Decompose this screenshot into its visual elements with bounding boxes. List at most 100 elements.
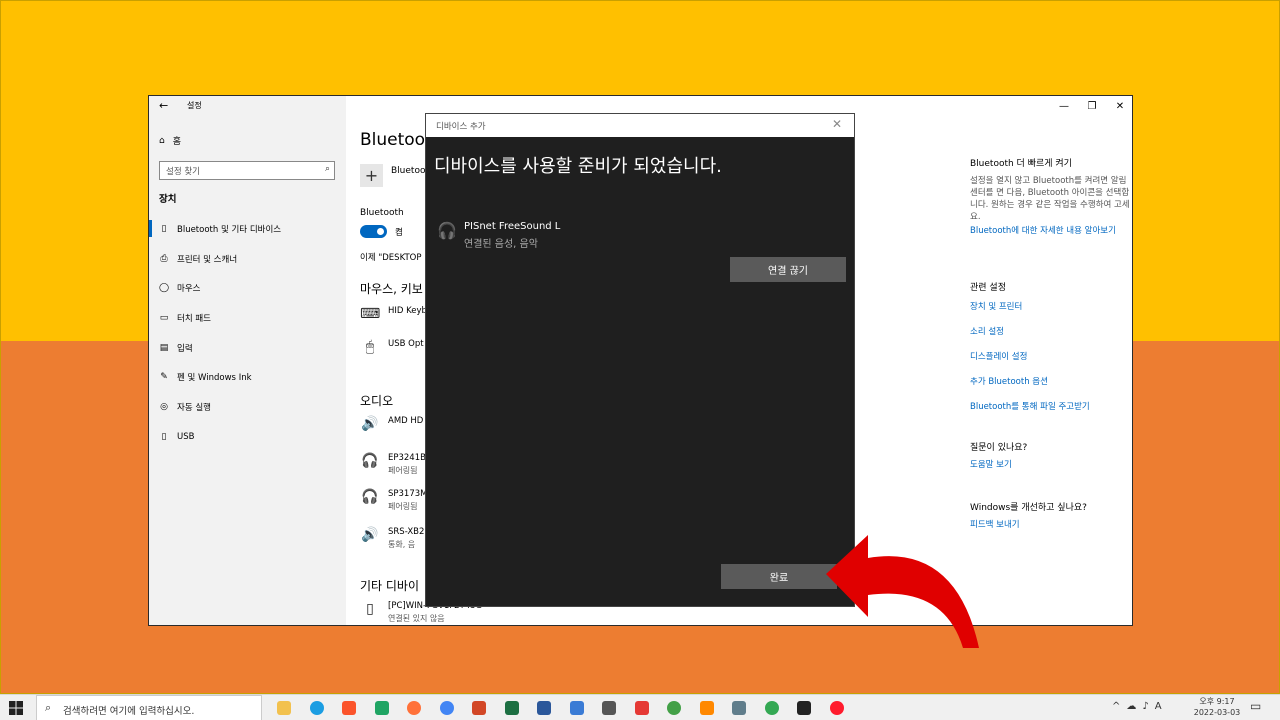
help-link[interactable]: 도움말 보기 bbox=[970, 459, 1130, 471]
speaker-icon: 🔊 bbox=[361, 416, 379, 432]
sidebar-item[interactable]: ▯ Bluetooth 및 기타 디바이스 bbox=[149, 214, 346, 244]
device-status: 페어링됨 bbox=[388, 466, 418, 475]
windows-start-icon[interactable] bbox=[8, 700, 24, 716]
sidebar-item[interactable]: ▤ 입력 bbox=[149, 333, 346, 363]
taskbar-search-input[interactable]: ⌕ 검색하려면 여기에 입력하십시오. bbox=[36, 695, 262, 720]
network-icon[interactable]: ☁ bbox=[1126, 701, 1136, 712]
device-item[interactable]: 🖱 USB Opt bbox=[360, 339, 424, 355]
file-explorer-icon[interactable] bbox=[268, 697, 301, 719]
bluetooth-devices-icon: ▯ bbox=[161, 223, 167, 234]
done-button[interactable]: 완료 bbox=[721, 564, 837, 589]
headset-icon: 🎧 bbox=[361, 489, 379, 505]
device-name: HID Keyb bbox=[388, 306, 427, 316]
related-settings-heading: 관련 설정 bbox=[970, 283, 1006, 293]
chrome-icon[interactable] bbox=[431, 697, 464, 719]
sticky-notes-icon[interactable] bbox=[788, 697, 821, 719]
sidebar-item[interactable]: ◎ 자동 실행 bbox=[149, 392, 346, 422]
opera-icon[interactable] bbox=[821, 697, 854, 719]
sidebar-item[interactable]: ◯ 마우스 bbox=[149, 273, 346, 303]
app-download-icon[interactable] bbox=[658, 697, 691, 719]
brave-icon[interactable] bbox=[333, 697, 366, 719]
connected-device-status: 연결된 음성, 음악 bbox=[464, 239, 538, 250]
pen-icon: ✎ bbox=[160, 372, 168, 383]
headphones-icon: 🎧 bbox=[361, 453, 379, 469]
excel-icon[interactable] bbox=[496, 697, 529, 719]
powerpoint-icon[interactable] bbox=[463, 697, 496, 719]
calculator-icon[interactable] bbox=[723, 697, 756, 719]
feedback-block: Windows를 개선하고 싶나요? 피드백 보내기 bbox=[970, 500, 1130, 531]
sidebar-section-label: 장치 bbox=[159, 194, 177, 205]
related-link[interactable]: 소리 설정 bbox=[970, 326, 1130, 338]
tool-icon[interactable] bbox=[593, 697, 626, 719]
autoplay-icon: ◎ bbox=[160, 401, 168, 412]
notification-icon[interactable]: ▭ bbox=[1250, 699, 1261, 713]
add-device-label[interactable]: Bluetoo bbox=[391, 166, 425, 176]
nav-home[interactable]: ⌂ 홈 bbox=[159, 134, 181, 148]
device-name: SP3173M bbox=[388, 489, 428, 499]
device-item[interactable]: 🔊 SRS-XB2 통화, 음 bbox=[360, 527, 424, 550]
search-icon[interactable]: ⌕ bbox=[325, 164, 330, 174]
vlc-icon[interactable] bbox=[691, 697, 724, 719]
clock-time: 오후 9:17 bbox=[1199, 697, 1235, 706]
sidebar-item-label: 마우스 bbox=[177, 284, 201, 295]
clock-date: 2022-03-03 bbox=[1193, 708, 1241, 717]
clock[interactable]: 오후 9:17 2022-03-03 bbox=[1193, 696, 1241, 718]
app-se-icon[interactable] bbox=[626, 697, 659, 719]
taskbar: ⌕ 검색하려면 여기에 입력하십시오. ^ ☁ ♪ A 오후 9:17 2022-03… bbox=[0, 694, 1280, 720]
nav-home-label: 홈 bbox=[172, 137, 181, 147]
bluetooth-toggle[interactable] bbox=[360, 225, 387, 238]
speaker-icon: 🔊 bbox=[361, 527, 379, 543]
device-item[interactable]: 🎧 SP3173M 페어링됨 bbox=[360, 489, 428, 512]
device-name: AMD HD bbox=[388, 416, 424, 426]
related-link[interactable]: 추가 Bluetooth 옵션 bbox=[970, 376, 1130, 388]
dialog-heading: 디바이스를 사용할 준비가 되었습니다. bbox=[434, 156, 722, 177]
add-device-button[interactable]: + bbox=[360, 164, 383, 187]
quick-tip-text: 설정을 열지 않고 Bluetooth를 켜려면 알림 센터를 면 다음, Bl… bbox=[970, 176, 1130, 222]
audio-heading: 오디오 bbox=[360, 394, 394, 408]
sidebar-item-label: 터치 패드 bbox=[177, 313, 211, 324]
sidebar-item[interactable]: ▭ 터치 패드 bbox=[149, 303, 346, 333]
volume-icon[interactable]: ♪ bbox=[1142, 701, 1148, 712]
learn-more-link[interactable]: Bluetooth에 대한 자세한 내용 알아보기 bbox=[970, 225, 1130, 237]
remote-desktop-icon[interactable] bbox=[561, 697, 594, 719]
sidebar-item-label: USB bbox=[177, 431, 195, 442]
device-item[interactable]: 🔊 AMD HD bbox=[360, 416, 423, 432]
usb-icon: ▯ bbox=[161, 431, 167, 442]
question-block: 질문이 있나요? 도움말 보기 bbox=[970, 440, 1130, 471]
mouse-icon: ◯ bbox=[159, 283, 170, 294]
sidebar-item[interactable]: ✎ 펜 및 Windows Ink bbox=[149, 362, 346, 392]
other-devices-heading: 기타 디바이 bbox=[360, 579, 420, 593]
settings-sidebar: ← 설정 ⌂ 홈 설정 찾기 ⌕ 장치 ▯ Bluetooth 및 기타 디바이스… bbox=[149, 96, 346, 625]
settings-search-input[interactable]: 설정 찾기 ⌕ bbox=[159, 161, 335, 180]
show-hidden-icons-icon[interactable]: ^ bbox=[1112, 701, 1120, 712]
back-arrow-icon[interactable]: ← bbox=[159, 99, 168, 112]
related-link[interactable]: 장치 및 프린터 bbox=[970, 301, 1130, 313]
device-status: 통화, 음 bbox=[388, 540, 416, 549]
related-link[interactable]: 디스플레이 설정 bbox=[970, 351, 1130, 363]
disconnect-button[interactable]: 연결 끊기 bbox=[730, 257, 846, 282]
edge-icon[interactable] bbox=[301, 697, 334, 719]
feedback-link[interactable]: 피드백 보내기 bbox=[970, 519, 1130, 531]
word-icon[interactable] bbox=[528, 697, 561, 719]
search-icon: ⌕ bbox=[45, 701, 52, 714]
input-language-icon[interactable]: A bbox=[1155, 701, 1162, 712]
app-green-icon[interactable] bbox=[366, 697, 399, 719]
firefox-icon[interactable] bbox=[398, 697, 431, 719]
close-icon[interactable]: ✕ bbox=[832, 117, 842, 131]
feedback-heading: Windows를 개선하고 싶나요? bbox=[970, 503, 1087, 513]
pc-device-icon: ▯ bbox=[366, 601, 374, 617]
device-item[interactable]: ⌨ HID Keyb bbox=[360, 306, 427, 322]
add-device-dialog: 디바이스 추가 ✕ 디바이스를 사용할 준비가 되었습니다. 🎧 PISnet … bbox=[425, 113, 855, 607]
related-link[interactable]: Bluetooth를 통해 파일 주고받기 bbox=[970, 401, 1130, 413]
mouse-icon: 🖱 bbox=[365, 339, 375, 355]
sidebar-item[interactable]: ⎙ 프린터 및 스캐너 bbox=[149, 244, 346, 274]
window-title: 설정 bbox=[187, 101, 202, 110]
sidebar-item-label: 자동 실행 bbox=[177, 402, 211, 413]
quick-tip-block: Bluetooth 더 빠르게 켜기 설정을 열지 않고 Bluetooth를 … bbox=[970, 156, 1130, 237]
dialog-title: 디바이스 추가 bbox=[436, 122, 486, 132]
device-item[interactable]: 🎧 EP3241B 페어링됨 bbox=[360, 453, 426, 476]
discoverable-text: 이제 "DESKTOP bbox=[360, 253, 422, 263]
system-tray: ^ ☁ ♪ A bbox=[1112, 701, 1162, 712]
chrome-alt-icon[interactable] bbox=[756, 697, 789, 719]
sidebar-item[interactable]: ▯ USB bbox=[149, 422, 346, 452]
